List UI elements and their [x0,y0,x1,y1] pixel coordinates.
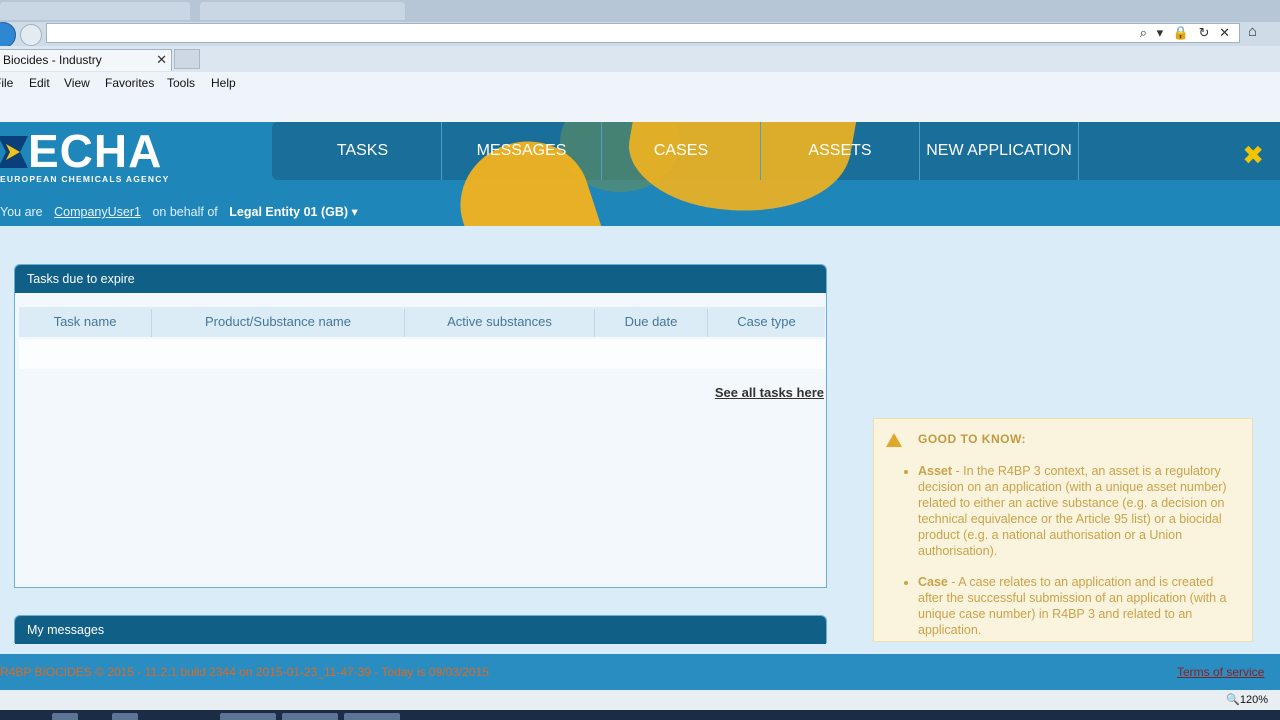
menu-file[interactable]: File [0,76,13,90]
info-text: - A case relates to an application and i… [918,575,1227,637]
nav-divider [1078,122,1079,180]
browser-status-bar: 🔍120% [0,690,1280,710]
browser-title-bar [0,0,1280,22]
active-browser-tab[interactable]: Biocides - Industry ✕ [0,49,172,71]
zoom-level[interactable]: 🔍120% [1226,693,1268,706]
menu-tools[interactable]: Tools [167,76,195,90]
column-header[interactable]: Case type [708,307,825,337]
nav-new-application[interactable]: NEW APPLICATION [920,122,1078,180]
taskbar-app-icon[interactable] [282,713,338,720]
column-header[interactable]: Task name [19,307,151,337]
zoom-value: 120% [1239,694,1268,706]
user-prefix: You are [0,205,43,219]
nav-assets[interactable]: ASSETS [761,122,919,180]
menu-favorites[interactable]: Favorites [105,76,154,90]
menu-edit[interactable]: Edit [29,76,50,90]
info-term: Asset [918,464,953,478]
taskbar-app-icon[interactable] [52,713,78,720]
terms-link[interactable]: Terms of service [1177,665,1264,679]
panel-title: Tasks due to expire [15,265,826,293]
background-tab[interactable] [0,2,190,20]
tab-close-icon[interactable]: ✕ [156,52,167,68]
os-taskbar [0,710,1280,720]
address-bar[interactable]: ⌕ ▾ 🔒 ↻ ✕ [46,23,1240,43]
site-footer: R4BP BIOCIDES © 2015 - 11.2.1 build 2344… [0,654,1280,690]
info-term: Case [918,575,948,589]
legal-entity-dropdown[interactable]: Legal Entity 01 (GB) ▾ [229,205,358,219]
column-header[interactable]: Due date [595,307,707,337]
tasks-panel: Tasks due to expire Task name Product/Su… [14,264,827,588]
table-row [19,339,825,369]
menu-view[interactable]: View [64,76,90,90]
see-all-tasks-link[interactable]: See all tasks here [715,385,824,400]
info-title: GOOD TO KNOW: [918,432,1027,446]
column-header[interactable]: Active substances [405,307,594,337]
tasks-table-header: Task name Product/Substance name Active … [19,307,825,337]
on-behalf-text: on behalf of [152,205,218,219]
nav-tasks[interactable]: TASKS [284,122,441,180]
list-item: Case - A case relates to an application … [918,574,1238,638]
site-header: TASKS MESSAGES CASES ASSETS NEW APPLICAT… [0,122,1280,226]
list-item: Asset - In the R4BP 3 context, an asset … [918,463,1238,559]
background-tab[interactable] [200,2,405,20]
footer-build-info: R4BP BIOCIDES © 2015 - 11.2.1 build 2344… [0,665,489,679]
messages-panel: My messages [14,615,827,644]
taskbar-app-icon[interactable] [220,713,276,720]
info-list: Asset - In the R4BP 3 context, an asset … [902,463,1238,641]
info-text: - In the R4BP 3 context, an asset is a r… [918,464,1227,558]
user-link[interactable]: CompanyUser1 [54,205,141,219]
forward-button[interactable] [20,24,42,46]
echa-logo[interactable]: ECHA [28,124,162,178]
good-to-know-box: GOOD TO KNOW: Asset - In the R4BP 3 cont… [873,418,1253,642]
logo-subtitle: EUROPEAN CHEMICALS AGENCY [0,174,170,184]
panel-title: My messages [15,616,826,644]
taskbar-app-icon[interactable] [112,713,138,720]
nav-messages[interactable]: MESSAGES [442,122,601,180]
nav-cases[interactable]: CASES [602,122,760,180]
taskbar-app-icon[interactable] [344,713,400,720]
menu-help[interactable]: Help [211,76,236,90]
close-icon[interactable]: ✖ [1242,140,1264,171]
address-bar-icons[interactable]: ⌕ ▾ 🔒 ↻ ✕ [1140,25,1233,41]
user-info: You are CompanyUser1 on behalf of Legal … [0,204,358,219]
new-tab-button[interactable] [174,49,200,69]
warning-icon [886,433,902,447]
column-header[interactable]: Product/Substance name [152,307,404,337]
tab-title: Biocides - Industry [3,53,102,67]
home-icon[interactable]: ⌂ [1248,23,1257,40]
